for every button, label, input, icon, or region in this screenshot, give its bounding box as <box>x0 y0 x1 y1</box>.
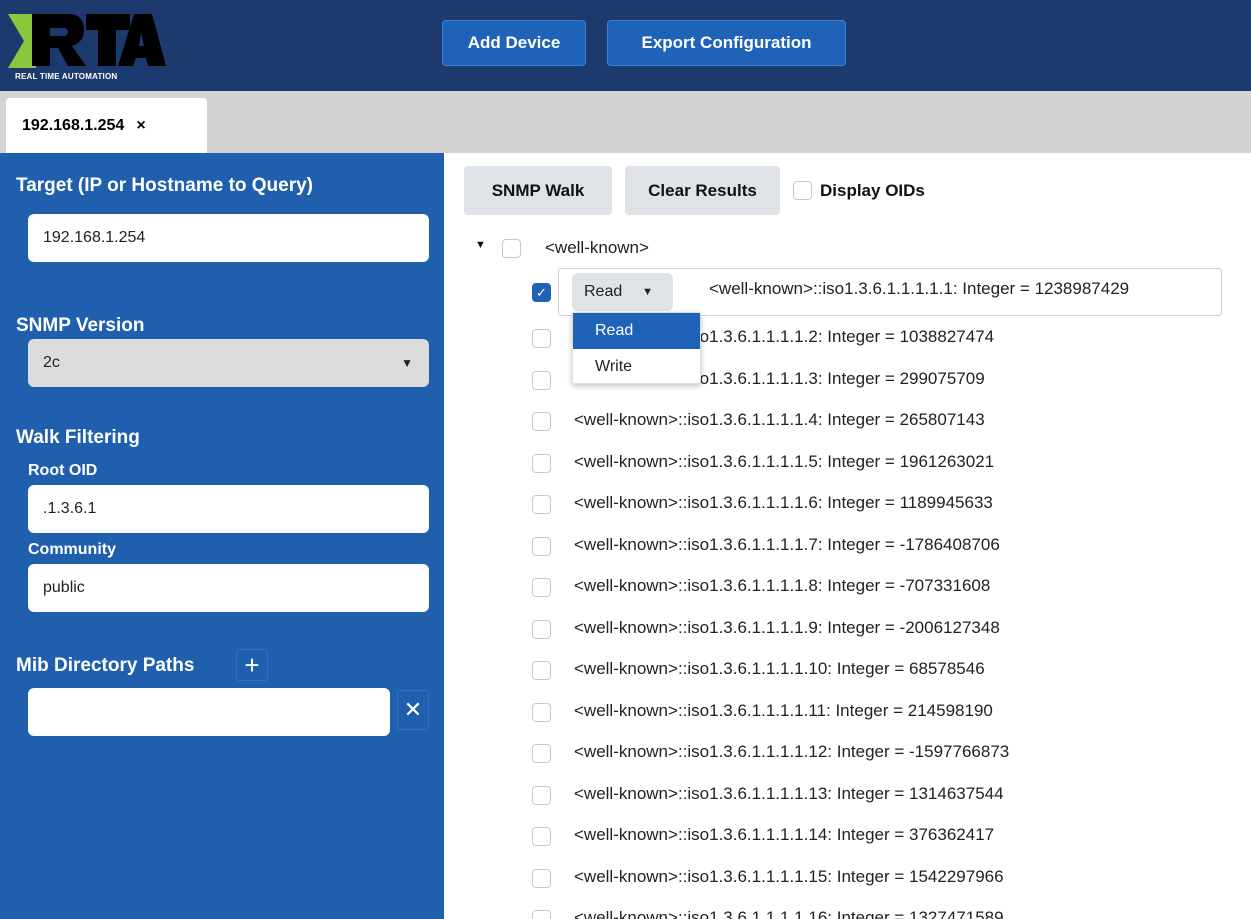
clear-results-button[interactable]: Clear Results <box>625 166 780 215</box>
app-header: REAL TIME AUTOMATION Add Device Export C… <box>0 0 1251 91</box>
tab-label: 192.168.1.254 <box>22 116 125 134</box>
remove-path-button[interactable]: ✕ <box>397 690 429 730</box>
snmp-walk-button[interactable]: SNMP Walk <box>464 166 612 215</box>
tree-row-label: <well-known>::iso1.3.6.1.1.1.1.4: Intege… <box>574 410 985 429</box>
close-icon[interactable]: × <box>136 117 145 135</box>
tree-row-label: <well-known>::iso1.3.6.1.1.1.1.16: Integ… <box>574 908 1004 919</box>
tree-row-label: <well-known>::iso1.3.6.1.1.1.1.7: Intege… <box>574 534 1000 554</box>
row-checkbox[interactable] <box>532 329 551 348</box>
dropdown-option-read[interactable]: Read <box>573 313 700 349</box>
tree-row-label: <well-known>::iso1.3.6.1.1.1.1.13: Integ… <box>574 783 1004 803</box>
export-configuration-button[interactable]: Export Configuration <box>607 20 846 66</box>
row-checkbox[interactable] <box>532 910 551 919</box>
chevron-down-icon: ▼ <box>642 286 653 298</box>
tree-row-label: <well-known>::iso1.3.6.1.1.1.1.8: Intege… <box>574 576 991 595</box>
row-checkbox[interactable] <box>532 578 551 597</box>
tree-row-label: <well-known>::iso1.3.6.1.1.1.1.5: Intege… <box>574 451 995 471</box>
community-input[interactable]: public <box>28 564 429 612</box>
tree-root-label: <well-known> <box>545 238 649 257</box>
display-oids-label: Display OIDs <box>820 181 925 200</box>
add-device-button[interactable]: Add Device <box>442 20 586 66</box>
access-select[interactable]: Read ▼ <box>572 273 673 311</box>
sidebar: Target (IP or Hostname to Query) 192.168… <box>0 153 444 919</box>
row-checkbox[interactable] <box>532 827 551 846</box>
tab-device[interactable]: 192.168.1.254 × <box>6 98 207 153</box>
tree-row-label: <well-known>::iso1.3.6.1.1.1.1.14: Integ… <box>574 825 995 844</box>
selected-row-text: <well-known>::iso1.3.6.1.1.1.1.1: Intege… <box>709 279 1130 298</box>
close-icon: ✕ <box>403 697 423 722</box>
row-checkbox[interactable] <box>532 536 551 556</box>
tab-bar: 192.168.1.254 × <box>0 91 1251 153</box>
snmp-version-select[interactable]: 2c ▼ <box>28 339 429 387</box>
tree-row-label: <well-known>::iso1.3.6.1.1.1.1.12: Integ… <box>574 742 1010 761</box>
row-checkbox[interactable] <box>532 702 551 722</box>
logo-subtext: REAL TIME AUTOMATION <box>15 72 118 81</box>
snmp-version-heading: SNMP Version <box>16 315 145 336</box>
chevron-down-icon: ▼ <box>401 356 413 370</box>
walk-filtering-heading: Walk Filtering <box>16 427 140 448</box>
display-oids-checkbox[interactable] <box>793 181 812 200</box>
tree-row-label: <well-known>::iso1.3.6.1.1.1.1.10: Integ… <box>574 659 985 678</box>
row-checkbox[interactable] <box>532 661 551 680</box>
tree-row-label: <well-known>::iso1.3.6.1.1.1.1.9: Intege… <box>574 617 1000 637</box>
row-checkbox[interactable] <box>532 619 551 639</box>
row-checkbox[interactable] <box>532 412 551 431</box>
dropdown-option-write[interactable]: Write <box>573 349 700 385</box>
snmp-version-value: 2c <box>43 354 60 371</box>
mib-directory-heading: Mib Directory Paths <box>16 655 195 676</box>
access-select-value: Read <box>584 283 623 300</box>
tree-row-label: <well-known>::iso1.3.6.1.1.1.1.11: Integ… <box>574 700 993 720</box>
row-checkbox-checked[interactable]: ✓ <box>532 283 551 302</box>
root-oid-label: Root OID <box>28 462 98 479</box>
tree-row-label: <well-known>::iso1.3.6.1.1.1.1.6: Intege… <box>574 493 993 512</box>
add-path-button[interactable]: + <box>236 649 268 681</box>
mib-path-input[interactable] <box>28 688 390 736</box>
rta-logo: REAL TIME AUTOMATION <box>6 6 166 81</box>
target-input[interactable]: 192.168.1.254 <box>28 214 429 262</box>
main-panel: SNMP Walk Clear Results Display OIDs ▼ <… <box>452 153 1251 919</box>
row-checkbox[interactable] <box>532 370 551 390</box>
root-oid-input[interactable]: .1.3.6.1 <box>28 485 429 533</box>
row-checkbox[interactable] <box>532 453 551 473</box>
root-checkbox[interactable] <box>502 239 521 258</box>
row-checkbox[interactable] <box>532 785 551 805</box>
plus-icon: + <box>244 650 260 680</box>
access-dropdown-menu: Read Write <box>572 312 701 384</box>
expand-caret-icon[interactable]: ▼ <box>475 239 486 251</box>
row-checkbox[interactable] <box>532 744 551 763</box>
target-heading: Target (IP or Hostname to Query) <box>16 175 314 196</box>
row-checkbox[interactable] <box>532 868 551 888</box>
row-checkbox[interactable] <box>532 495 551 514</box>
tree-row-label: <well-known>::iso1.3.6.1.1.1.1.15: Integ… <box>574 866 1004 886</box>
community-label: Community <box>28 541 116 558</box>
